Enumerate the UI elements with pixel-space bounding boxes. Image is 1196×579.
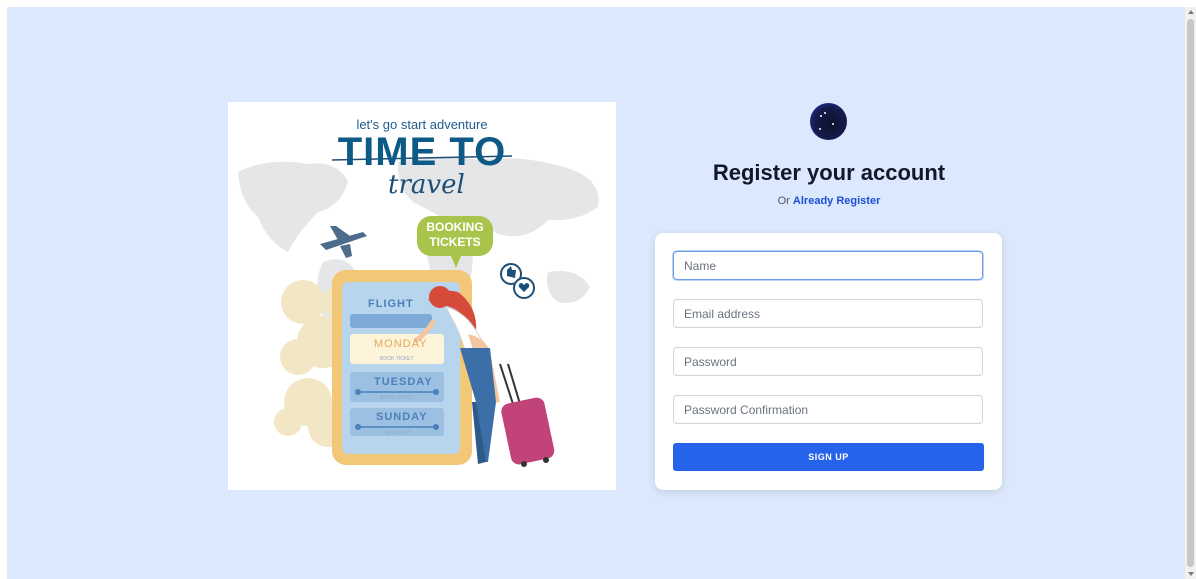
- password-input[interactable]: [673, 347, 983, 376]
- illustration-title: TIME TO: [337, 130, 507, 174]
- phone-day-2: TUESDAY: [374, 376, 433, 388]
- phone-flight-label: FLIGHT: [368, 298, 414, 310]
- booking-tickets-bubble: BOOKING TICKETS: [417, 216, 493, 268]
- login-prompt-prefix: Or: [777, 195, 790, 207]
- name-input[interactable]: [673, 251, 983, 280]
- phone-day-1: MONDAY: [374, 338, 428, 350]
- sign-up-button[interactable]: SIGN UP: [673, 443, 984, 471]
- social-bubbles-icon: [500, 263, 535, 299]
- phone-sub-2: BOOK TICKET: [380, 395, 414, 401]
- already-register-link[interactable]: Already Register: [793, 195, 880, 207]
- scroll-up-arrow-icon[interactable]: [1188, 10, 1194, 14]
- scrollbar-thumb[interactable]: [1187, 19, 1194, 567]
- phone-day-3: SUNDAY: [376, 411, 428, 423]
- page-title: Register your account: [712, 160, 946, 185]
- illustration-script-word: travel: [388, 170, 465, 200]
- register-form: SIGN UP: [655, 233, 1002, 490]
- phone-sub-1: BOOK TICKET: [380, 356, 414, 362]
- scroll-down-arrow-icon[interactable]: [1188, 572, 1194, 576]
- login-prompt: Or Already Register: [655, 195, 1003, 207]
- airplane-icon: [320, 226, 367, 258]
- travel-illustration: let's go start adventure TIME TO travel …: [228, 102, 616, 490]
- vertical-scrollbar[interactable]: [1185, 7, 1196, 579]
- phone-sub-3: SOLD OUT: [386, 430, 412, 436]
- suitcase-icon: [499, 363, 555, 467]
- password-confirmation-input[interactable]: [673, 395, 983, 424]
- bubble-line-2: TICKETS: [429, 235, 481, 249]
- app-logo: [810, 103, 847, 140]
- bubble-line-1: BOOKING: [426, 220, 484, 234]
- email-input[interactable]: [673, 299, 983, 328]
